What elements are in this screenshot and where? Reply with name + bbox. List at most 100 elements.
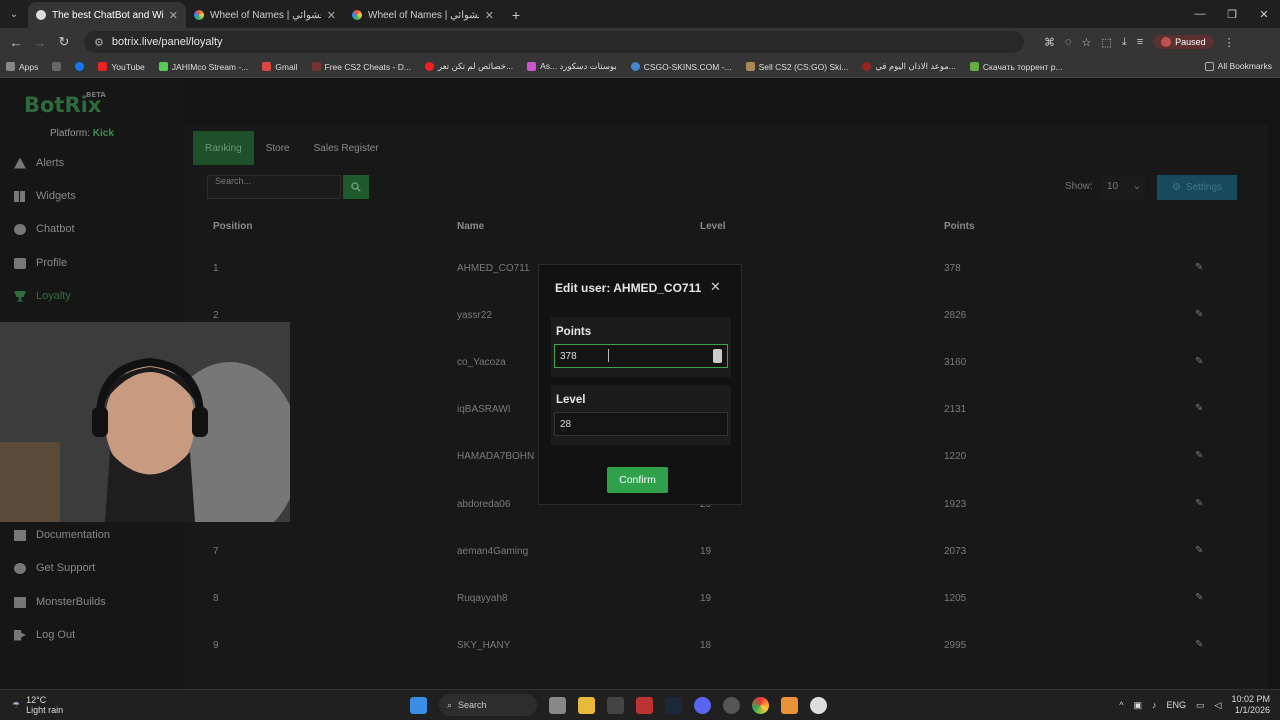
sidebar-item-support[interactable]: Get Support	[14, 562, 95, 574]
g-app-icon[interactable]	[607, 696, 624, 714]
sidebar-item-documentation[interactable]: Documentation	[14, 529, 110, 541]
minimize-icon[interactable]: —	[1184, 0, 1216, 28]
bookmark-youtube[interactable]: YouTube	[98, 62, 145, 72]
bookmark-label: Apps	[19, 61, 39, 72]
site-info-icon[interactable]: ⚙	[94, 36, 104, 49]
chrome-icon[interactable]	[752, 696, 769, 714]
grid-icon	[14, 190, 26, 202]
edit-pencil-icon[interactable]: ✎	[1195, 262, 1203, 273]
sidebar-item-alerts[interactable]: Alerts	[14, 157, 64, 169]
steam-icon[interactable]	[665, 696, 682, 714]
confirm-button[interactable]: Confirm	[607, 467, 668, 493]
app-icon[interactable]	[723, 696, 740, 714]
logo[interactable]: BotRix BETA	[24, 91, 106, 117]
cell-points: 1205	[944, 593, 967, 604]
sidebar-item-label: Get Support	[36, 562, 96, 574]
eye-off-icon[interactable]: ◌	[1065, 36, 1072, 48]
all-bookmarks[interactable]: All Bookmarks	[1204, 61, 1272, 71]
tray-app-icon[interactable]: ▣	[1134, 700, 1143, 711]
sidebar-item-monsterbuilds[interactable]: MonsterBuilds	[14, 596, 106, 608]
facebook-icon	[75, 62, 85, 71]
sidebar-item-logout[interactable]: Log Out	[14, 629, 75, 641]
file-explorer-icon[interactable]	[578, 696, 595, 714]
search-input[interactable]: Search...	[207, 175, 341, 199]
reload-icon[interactable]: ↻	[52, 34, 76, 50]
edit-pencil-icon[interactable]: ✎	[1195, 592, 1203, 603]
extensions-icon[interactable]: ⬚	[1101, 36, 1111, 49]
spinner-icon[interactable]	[713, 349, 722, 363]
sidebar-item-loyalty[interactable]: Loyalty	[14, 290, 71, 302]
cell-level: 19	[700, 593, 712, 604]
tab-ranking[interactable]: Ranking	[193, 131, 254, 165]
bookmark-csgoskins[interactable]: CSGO-SKINS.COM -...	[630, 62, 732, 72]
edit-pencil-icon[interactable]: ✎	[1195, 450, 1203, 461]
task-view-icon[interactable]	[549, 696, 566, 714]
points-field[interactable]: 378	[554, 344, 728, 368]
bookmark-grid[interactable]	[52, 62, 62, 71]
edit-pencil-icon[interactable]: ✎	[1195, 639, 1203, 650]
bookmark-jahimco[interactable]: JAHIMco Stream -...	[158, 62, 248, 72]
bookmark-label: Скачать торрент р...	[982, 61, 1063, 72]
bookmark-gmail[interactable]: Gmail	[262, 62, 298, 72]
sidebar-item-profile[interactable]: Profile	[14, 257, 67, 269]
tab-store[interactable]: Store	[254, 131, 302, 165]
download-icon[interactable]: ⤓	[1122, 36, 1127, 49]
tab-sales-register[interactable]: Sales Register	[302, 131, 391, 165]
microphone-icon[interactable]: ♪	[1152, 700, 1157, 710]
app-orange-icon[interactable]	[781, 696, 798, 714]
search-button[interactable]	[343, 175, 369, 199]
url-field[interactable]: ⚙ botrix.live/panel/loyalty	[84, 31, 1024, 53]
windows-start-icon[interactable]	[410, 696, 427, 714]
tab-search-icon[interactable]: ⌄	[0, 0, 28, 28]
bookmark-sellcs2[interactable]: Sell CS2 (CS:GO) Ski...	[745, 62, 848, 72]
volume-icon[interactable]: ◁	[1215, 700, 1222, 711]
bookmark-torrent[interactable]: Скачать торрент р...	[969, 61, 1063, 72]
edit-pencil-icon[interactable]: ✎	[1195, 403, 1203, 414]
clock[interactable]: 10:02 PM 1/1/2026	[1231, 694, 1270, 716]
bookmark-facebook[interactable]	[75, 62, 85, 71]
profile-button[interactable]: Paused	[1153, 35, 1214, 49]
close-icon[interactable]: ✕	[485, 9, 494, 22]
sidebar-item-chatbot[interactable]: Chatbot	[14, 223, 75, 235]
network-icon[interactable]: ▭	[1196, 700, 1205, 711]
tray-chevron-icon[interactable]: ^	[1119, 700, 1123, 710]
maximize-icon[interactable]: ❐	[1216, 0, 1248, 28]
edit-pencil-icon[interactable]: ✎	[1195, 498, 1203, 509]
browser-tab-2[interactable]: Wheel of Names | اسم العشوائي ✕	[186, 2, 344, 28]
media-icon[interactable]: ≡	[1137, 36, 1143, 48]
bookmark-athan[interactable]: موعد الاذان اليوم في...	[862, 61, 956, 72]
translate-icon[interactable]: ⌘	[1044, 36, 1055, 49]
new-tab-icon[interactable]: +	[502, 2, 530, 28]
back-icon[interactable]: ←	[4, 35, 28, 50]
globe-icon	[630, 62, 640, 71]
show-select[interactable]: 10 ⌄	[1101, 175, 1145, 199]
bookmark-cs2[interactable]: Free CS2 Cheats - D...	[311, 62, 411, 72]
language-indicator[interactable]: ENG	[1167, 700, 1187, 710]
cell-position: 7	[213, 546, 219, 557]
forward-icon[interactable]: →	[28, 35, 52, 50]
close-window-icon[interactable]: ✕	[1248, 0, 1280, 28]
sidebar-item-widgets[interactable]: Widgets	[14, 190, 76, 202]
browser-tab-1[interactable]: The best ChatBot and Widgets ✕	[28, 2, 186, 28]
points-value: 378	[560, 351, 577, 362]
close-icon[interactable]: ✕	[710, 279, 721, 295]
bookmark-yt2[interactable]: خصائص لم تكن تعر...	[424, 61, 513, 72]
obs-icon[interactable]	[810, 696, 827, 714]
level-field[interactable]: 28	[554, 412, 728, 436]
weather-widget[interactable]: ☂ 12°C Light rain	[12, 695, 63, 715]
bookmark-apps[interactable]: Apps	[6, 62, 38, 72]
star-icon[interactable]: ☆	[1082, 36, 1092, 49]
taskbar-search[interactable]: ⌕ Search	[439, 694, 537, 716]
settings-button[interactable]: ⚙ Settings	[1157, 175, 1237, 200]
discord-icon[interactable]	[694, 696, 711, 714]
adobe-icon[interactable]	[636, 696, 653, 714]
close-icon[interactable]: ✕	[169, 9, 178, 22]
edit-pencil-icon[interactable]: ✎	[1195, 309, 1203, 320]
menu-icon[interactable]: ⋮	[1224, 36, 1235, 49]
edit-pencil-icon[interactable]: ✎	[1195, 356, 1203, 367]
bookmark-discord[interactable]: As... بوستات دسكورد	[527, 61, 617, 72]
browser-tab-3[interactable]: Wheel of Names | اسم العشوائي ✕	[344, 2, 502, 28]
close-icon[interactable]: ✕	[327, 9, 336, 22]
edit-pencil-icon[interactable]: ✎	[1195, 545, 1203, 556]
cell-name: Ruqayyah8	[457, 593, 508, 604]
